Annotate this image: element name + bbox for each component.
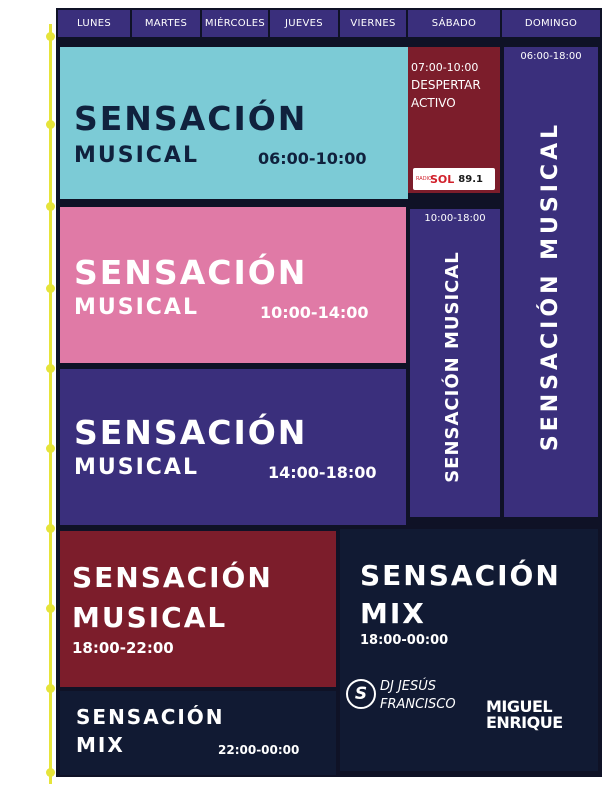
- program-title: SENSACIÓN: [74, 413, 308, 452]
- day-header: LUNES MARTES MIÉRCOLES JUEVES VIERNES SÁ…: [56, 8, 602, 39]
- day-thursday: JUEVES: [270, 10, 338, 37]
- program-block-midday: SENSACIÓN MUSICAL 10:00-14:00: [60, 207, 406, 363]
- hour-tick: [8, 446, 40, 453]
- program-block-sunday: 06:00-18:00 SENSACIÓN MUSICAL: [504, 47, 598, 517]
- program-block-evening: SENSACIÓN MUSICAL 18:00-22:00: [60, 531, 336, 687]
- program-subtitle: MUSICAL: [72, 601, 228, 634]
- program-subtitle: ACTIVO: [411, 96, 456, 110]
- timeline-dot: [46, 524, 55, 533]
- dj-jesus-surname: FRANCISCO: [380, 697, 456, 712]
- hour-tick: [8, 366, 40, 373]
- timeline: [45, 24, 56, 784]
- program-time: 06:00-18:00: [520, 51, 582, 62]
- timeline-line: [49, 24, 52, 784]
- hour-tick: [8, 36, 40, 43]
- day-friday: VIERNES: [340, 10, 406, 37]
- timeline-dot: [46, 32, 55, 41]
- dj-jesus-logo-icon: S: [346, 679, 376, 709]
- program-title: SENSACIÓN MUSICAL: [538, 120, 563, 452]
- day-monday: LUNES: [58, 10, 130, 37]
- hour-tick: [8, 122, 40, 129]
- miguel-enrique-logo-line2: ENRIQUE: [486, 713, 563, 732]
- program-title: SENSACIÓN: [76, 705, 225, 729]
- program-time: 14:00-18:00: [268, 463, 377, 482]
- program-title: SENSACIÓN: [72, 561, 273, 594]
- timeline-dot: [46, 284, 55, 293]
- program-title: SENSACIÓN: [74, 99, 308, 138]
- program-subtitle: MUSICAL: [74, 295, 199, 320]
- program-block-weekend-mix: SENSACIÓN MIX 18:00-00:00 S DJ JESÚS FRA…: [340, 529, 598, 771]
- timeline-dot: [46, 444, 55, 453]
- day-sunday: DOMINGO: [502, 10, 600, 37]
- timeline-dot: [46, 768, 55, 777]
- hour-tick: [8, 606, 40, 613]
- schedule-grid: SENSACIÓN MUSICAL 06:00-10:00 07:00-10:0…: [56, 39, 602, 777]
- program-time: 10:00-18:00: [424, 213, 486, 224]
- program-subtitle: MIX: [76, 733, 125, 757]
- program-time: 18:00-22:00: [72, 639, 174, 657]
- timeline-dot: [46, 364, 55, 373]
- timeline-dot: [46, 202, 55, 211]
- program-block-afternoon: SENSACIÓN MUSICAL 14:00-18:00: [60, 369, 406, 525]
- radio-frequency: 89.1: [458, 173, 483, 185]
- program-subtitle: MUSICAL: [74, 143, 199, 168]
- radio-name: SOL: [430, 172, 455, 186]
- program-time: 06:00-10:00: [258, 149, 367, 168]
- program-time: 07:00-10:00: [411, 61, 479, 74]
- hour-tick: [8, 526, 40, 533]
- program-title: DESPERTAR: [411, 78, 481, 92]
- program-time: 22:00-00:00: [218, 743, 300, 757]
- program-time: 18:00-00:00: [360, 633, 449, 648]
- program-title: SENSACIÓN: [74, 253, 308, 292]
- hour-tick: [8, 770, 40, 777]
- day-tuesday: MARTES: [132, 10, 200, 37]
- timeline-dot: [46, 120, 55, 129]
- program-title: SENSACIÓN MUSICAL: [442, 251, 463, 483]
- program-subtitle: MIX: [360, 597, 426, 630]
- radio-label: RADIO: [416, 176, 432, 182]
- program-block-despertar: 07:00-10:00 DESPERTAR ACTIVO RADIO SOL 8…: [408, 47, 500, 193]
- hour-tick: [8, 686, 40, 693]
- program-time: 10:00-14:00: [260, 303, 369, 322]
- hour-tick: [8, 286, 40, 293]
- program-block-saturday: 10:00-18:00 SENSACIÓN MUSICAL: [410, 209, 500, 517]
- program-block-night-mix: SENSACIÓN MIX 22:00-00:00: [60, 691, 336, 775]
- program-title: SENSACIÓN: [360, 559, 561, 592]
- timeline-dot: [46, 604, 55, 613]
- program-subtitle: MUSICAL: [74, 455, 199, 480]
- dj-jesus-name: DJ JESÚS: [380, 679, 437, 694]
- day-saturday: SÁBADO: [408, 10, 500, 37]
- timeline-dot: [46, 684, 55, 693]
- hour-tick: [8, 204, 40, 211]
- day-wednesday: MIÉRCOLES: [202, 10, 268, 37]
- program-block-morning: SENSACIÓN MUSICAL 06:00-10:00: [60, 47, 408, 199]
- radio-sol-logo: RADIO SOL 89.1: [413, 168, 495, 190]
